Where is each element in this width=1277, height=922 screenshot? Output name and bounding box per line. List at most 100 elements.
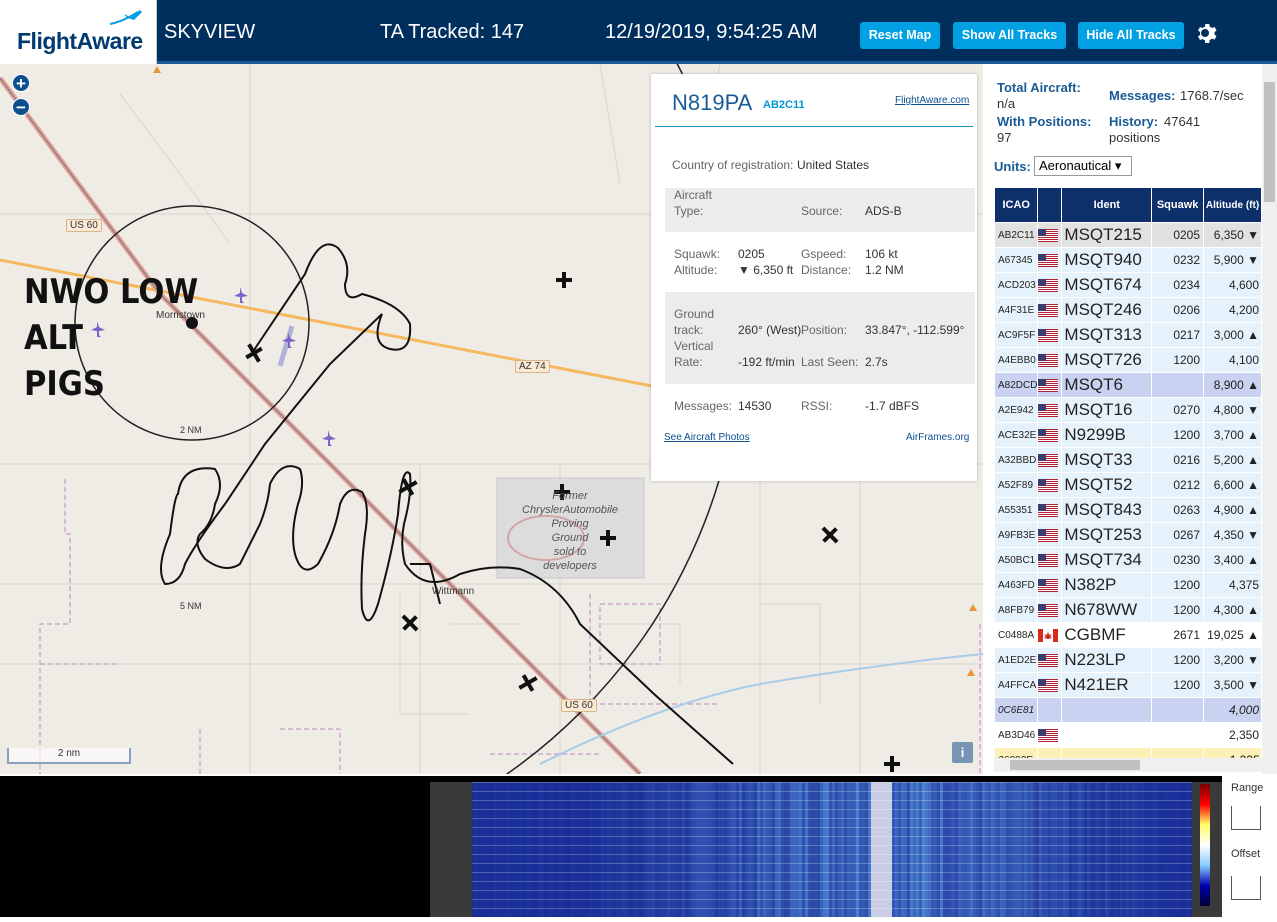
waterfall-column xyxy=(580,782,583,917)
table-row[interactable]: A32BBD MSQT33 0216 5,200 ▲ xyxy=(993,447,1262,473)
history-value: 47641 xyxy=(1164,114,1201,129)
poi-line: Ground xyxy=(551,532,589,544)
table-row[interactable]: A4FFCA N421ER 1200 3,500 ▼ xyxy=(993,672,1262,698)
waterfall-column xyxy=(1156,782,1159,917)
road-us60-label: US 60 xyxy=(66,219,102,232)
row-icao: A9FB3E xyxy=(993,522,1039,548)
waterfall-column xyxy=(1171,782,1174,917)
table-row[interactable]: AB2C11 MSQT215 0205 6,350 ▼ xyxy=(993,222,1262,248)
tracked-count: TA Tracked: 147 xyxy=(380,21,525,43)
waterfall-column xyxy=(1174,782,1177,917)
map-overlay-caption: NWO LOW ALT PIGS xyxy=(24,269,198,407)
waterfall-column xyxy=(625,782,628,917)
table-row[interactable]: A9FB3E MSQT253 0267 4,350 ▼ xyxy=(993,522,1262,548)
waterfall-column xyxy=(1186,782,1189,917)
row-squawk: 0270 xyxy=(1151,397,1205,423)
messages-rate-value: 1768.7/sec xyxy=(1180,88,1244,103)
table-row[interactable]: AC9F5F MSQT313 0217 3,000 ▲ xyxy=(993,322,1262,348)
waterfall-column xyxy=(736,782,739,917)
row-icao: A67345 xyxy=(993,247,1039,273)
row-ident: N382P xyxy=(1061,572,1153,598)
airframes-link[interactable]: AirFrames.org xyxy=(906,432,969,443)
flightaware-link[interactable]: FlightAware.com xyxy=(895,95,969,106)
table-row[interactable]: A463FD N382P 1200 4,375 xyxy=(993,572,1262,598)
waterfall-column xyxy=(724,782,727,917)
row-altitude: 4,800 ▼ xyxy=(1203,397,1262,423)
row-icao: 0C6E81 xyxy=(993,697,1039,723)
waterfall-column xyxy=(757,782,760,917)
row-ident: MSQT33 xyxy=(1061,447,1153,473)
row-squawk: 0217 xyxy=(1151,322,1205,348)
vertical-rate-value: -192 ft/min xyxy=(738,355,795,369)
waterfall-column xyxy=(1180,782,1183,917)
table-row[interactable]: A8FB79 N678WW 1200 4,300 ▲ xyxy=(993,597,1262,623)
waterfall-column xyxy=(1015,782,1018,917)
gear-icon[interactable] xyxy=(1195,21,1219,45)
table-row[interactable]: A52F89 MSQT52 0212 6,600 ▲ xyxy=(993,472,1262,498)
waterfall-column xyxy=(844,782,847,917)
table-horizontal-scrollbar[interactable] xyxy=(994,758,1262,772)
waterfall-column xyxy=(832,782,835,917)
waterfall-column xyxy=(1096,782,1099,917)
show-all-tracks-button[interactable]: Show All Tracks xyxy=(953,22,1066,49)
row-flag-icon xyxy=(1037,622,1063,648)
top-header: FlightAware SKYVIEW TA Tracked: 147 12/1… xyxy=(0,0,1277,64)
col-icao[interactable]: ICAO xyxy=(993,187,1039,223)
units-select[interactable]: Aeronautical ▾ xyxy=(1034,156,1132,176)
table-row[interactable]: AB3D46 2,350 xyxy=(993,722,1262,748)
reset-map-button[interactable]: Reset Map xyxy=(860,22,940,49)
table-row[interactable]: 0C6E81 4,000 xyxy=(993,697,1262,723)
waterfall-column xyxy=(943,782,946,917)
distance-label: Distance: xyxy=(801,263,852,277)
waterfall-column xyxy=(1147,782,1150,917)
waterfall-scanline xyxy=(472,899,1192,900)
waterfall-column xyxy=(613,782,616,917)
row-ident: MSQT726 xyxy=(1061,347,1153,373)
row-altitude: 4,300 ▲ xyxy=(1203,597,1262,623)
spectrum-waterfall[interactable] xyxy=(430,782,1230,917)
table-row[interactable]: C0488A CGBMF 2671 19,025 ▲ xyxy=(993,622,1262,648)
col-ident[interactable]: Ident xyxy=(1061,187,1153,223)
table-row[interactable]: ACD203 MSQT674 0234 4,600 xyxy=(993,272,1262,298)
waterfall-column xyxy=(712,782,715,917)
col-flag[interactable] xyxy=(1037,187,1063,223)
aircraft-photos-link[interactable]: See Aircraft Photos xyxy=(664,432,750,443)
zoom-out-button[interactable]: − xyxy=(12,98,30,116)
waterfall-column xyxy=(499,782,502,917)
table-row[interactable]: A4F31E MSQT246 0206 4,200 xyxy=(993,297,1262,323)
waterfall-column xyxy=(883,782,886,917)
waterfall-column xyxy=(910,782,913,917)
table-row[interactable]: A2E942 MSQT16 0270 4,800 ▼ xyxy=(993,397,1262,423)
waterfall-column xyxy=(673,782,676,917)
panel-vertical-scrollbar[interactable] xyxy=(1262,64,1277,774)
waterfall-column xyxy=(730,782,733,917)
waterfall-column xyxy=(733,782,736,917)
table-row[interactable]: A50BC1 MSQT734 0230 3,400 ▲ xyxy=(993,547,1262,573)
map-info-button[interactable]: i xyxy=(952,742,973,763)
table-row[interactable]: ACE32E N9299B 1200 3,700 ▲ xyxy=(993,422,1262,448)
flightaware-logo[interactable]: FlightAware xyxy=(0,0,157,64)
col-squawk[interactable]: Squawk xyxy=(1151,187,1205,223)
waterfall-column xyxy=(1075,782,1078,917)
waterfall-column xyxy=(652,782,655,917)
scrollbar-thumb[interactable] xyxy=(1010,760,1140,770)
waterfall-column xyxy=(1018,782,1021,917)
table-row[interactable]: A1ED2E N223LP 1200 3,200 ▼ xyxy=(993,647,1262,673)
range-slider[interactable] xyxy=(1231,806,1261,830)
zoom-in-button[interactable]: + xyxy=(12,74,30,92)
waterfall-column xyxy=(721,782,724,917)
table-row[interactable]: A4EBB0 MSQT726 1200 4,100 xyxy=(993,347,1262,373)
waterfall-column xyxy=(622,782,625,917)
row-altitude: 3,200 ▼ xyxy=(1203,647,1262,673)
table-row[interactable]: A67345 MSQT940 0232 5,900 ▼ xyxy=(993,247,1262,273)
scrollbar-thumb[interactable] xyxy=(1264,82,1275,202)
col-altitude[interactable]: Altitude (ft) xyxy=(1203,187,1262,223)
hide-all-tracks-button[interactable]: Hide All Tracks xyxy=(1078,22,1184,49)
waterfall-column xyxy=(1030,782,1033,917)
altitude-label: Altitude: xyxy=(674,263,718,277)
row-ident: MSQT52 xyxy=(1061,472,1153,498)
offset-slider[interactable] xyxy=(1231,876,1261,900)
waterfall-column xyxy=(889,782,892,917)
table-row[interactable]: A82DCD MSQT6 8,900 ▲ xyxy=(993,372,1262,398)
table-row[interactable]: A55351 MSQT843 0263 4,900 ▲ xyxy=(993,497,1262,523)
